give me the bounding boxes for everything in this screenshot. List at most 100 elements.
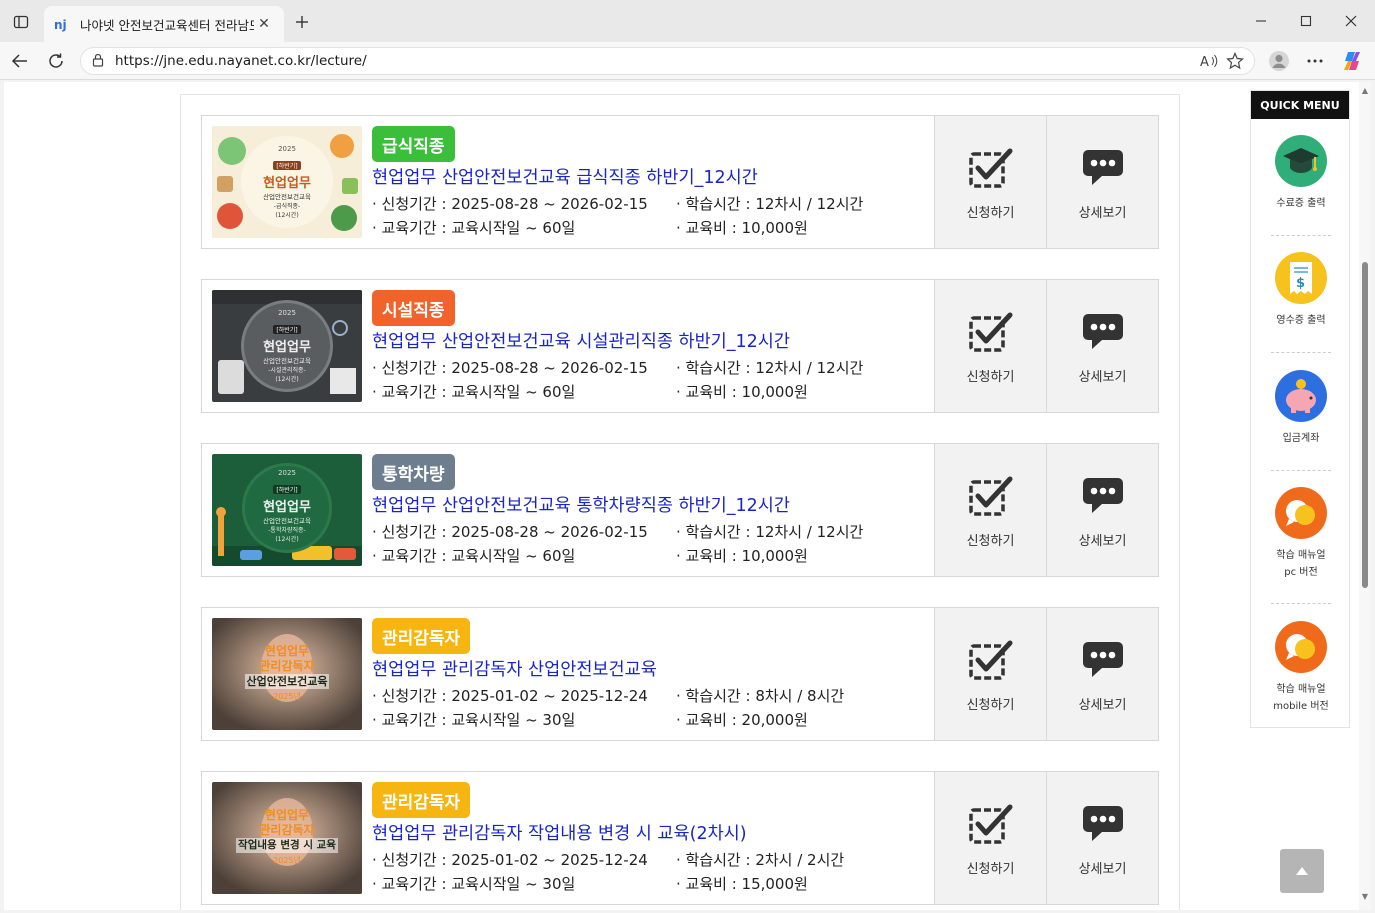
svg-text:A: A [1200, 55, 1209, 69]
read-aloud-icon[interactable]: A [1196, 49, 1222, 73]
url-text[interactable]: https://jne.edu.nayanet.co.kr/lecture/ [115, 53, 1196, 69]
detail-label: 상세보기 [1078, 369, 1127, 385]
lecture-thumbnail[interactable]: 2025 [하반기] 현업업무 산업안전보건교육 -급식직종- (12시간) [212, 126, 362, 238]
favorite-star-icon[interactable] [1222, 49, 1248, 73]
thumb-sub3: (12시간) [275, 376, 299, 383]
thumb-line1: 현업업무 [264, 644, 310, 658]
url-field[interactable]: https://jne.edu.nayanet.co.kr/lecture/ A [80, 47, 1255, 75]
detail-button[interactable]: 상세보기 [1046, 116, 1158, 248]
lecture-title-link[interactable]: 현업업무 산업안전보건교육 통학차량직종 하반기_12시간 [372, 492, 790, 517]
lecture-card: 2025 [하반기] 현업업무 산업안전보건교육 -급식직종- (12시간) 급… [201, 115, 1159, 249]
study-time: · 학습시간 : 12차시 / 12시간 [676, 359, 864, 377]
thumb-main: 현업업무 [263, 340, 311, 355]
lecture-title-link[interactable]: 현업업무 산업안전보건교육 시설관리직종 하반기_12시간 [372, 328, 790, 353]
quick-separator [1271, 603, 1331, 604]
back-arrow-icon[interactable] [6, 48, 34, 74]
quick-label: 학습 매뉴얼 [1276, 550, 1326, 561]
refresh-icon[interactable] [42, 48, 70, 74]
thumb-year: 2025 [278, 309, 296, 317]
speech-bubble-icon [1082, 636, 1124, 684]
lecture-title-link[interactable]: 현업업무 관리감독자 작업내용 변경 시 교육(2차시) [372, 820, 747, 845]
checkbox-check-icon [968, 800, 1014, 848]
education-fee: · 교육비 : 15,000원 [676, 875, 808, 893]
site-info-icon[interactable] [91, 52, 105, 71]
education-fee: · 교육비 : 20,000원 [676, 711, 808, 729]
lecture-thumbnail[interactable]: 현업업무 관리감독자 산업안전보건교육 2025년 [212, 618, 362, 730]
thumb-sub2: -급식직종- [273, 203, 301, 210]
receipt-icon: $ [1275, 252, 1327, 304]
page-viewport: 2025 [하반기] 현업업무 산업안전보건교육 -급식직종- (12시간) 급… [4, 82, 1371, 910]
apply-label: 신청하기 [966, 861, 1015, 877]
thumb-sub1: 산업안전보건교육 [263, 357, 311, 365]
quick-label: 수료증 출력 [1276, 198, 1326, 209]
study-time: · 학습시간 : 8차시 / 8시간 [676, 687, 845, 705]
thumb-line4: 2025년 [273, 856, 301, 865]
svg-text:$: $ [1296, 276, 1305, 291]
maximize-icon[interactable] [1283, 6, 1329, 36]
thumb-line4: 2025년 [273, 692, 301, 701]
chat-bubble-icon [1275, 621, 1327, 673]
scroll-to-top-button[interactable] [1280, 849, 1324, 893]
lecture-thumbnail[interactable]: 현업업무 관리감독자 작업내용 변경 시 교육 2025년 [212, 782, 362, 894]
quick-manual-pc[interactable]: 학습 매뉴얼 pc 버전 [1251, 487, 1351, 581]
profile-avatar-icon[interactable] [1265, 48, 1293, 74]
thumb-main: 현업업무 [263, 500, 311, 515]
quick-menu: QUICK MENU 수료증 출력 $ 영수증 출력 입금계좌 학습 매뉴얼 p… [1250, 90, 1350, 728]
apply-label: 신청하기 [966, 369, 1015, 385]
thumb-sub3: (12시간) [275, 536, 299, 543]
detail-button[interactable]: 상세보기 [1046, 772, 1158, 904]
apply-button[interactable]: 신청하기 [934, 280, 1046, 412]
education-fee: · 교육비 : 10,000원 [676, 547, 808, 565]
detail-label: 상세보기 [1078, 205, 1127, 221]
browser-tab[interactable]: nj 나야넷 안전보건교육센터 전라남도 ✕ [44, 6, 284, 42]
thumb-sub1: 산업안전보건교육 [263, 517, 311, 525]
tab-close-icon[interactable]: ✕ [254, 14, 274, 34]
apply-label: 신청하기 [966, 533, 1015, 549]
quick-certificate-print[interactable]: 수료증 출력 [1251, 135, 1351, 212]
lecture-thumbnail[interactable]: 2025 [하반기] 현업업무 산업안전보건교육 -시설관리직종- (12시간) [212, 290, 362, 402]
graduation-cap-icon [1275, 135, 1327, 187]
minimize-icon[interactable] [1238, 6, 1284, 36]
thumb-sub2: -시설관리직종- [268, 367, 306, 374]
checkbox-check-icon [968, 636, 1014, 684]
quick-manual-mobile[interactable]: 학습 매뉴얼 mobile 버전 [1251, 621, 1351, 715]
scroll-up-arrow-icon[interactable]: ▲ [1359, 86, 1371, 96]
apply-label: 신청하기 [966, 205, 1015, 221]
detail-label: 상세보기 [1078, 697, 1127, 713]
scroll-down-arrow-icon[interactable]: ▼ [1359, 892, 1371, 902]
education-period: · 교육기간 : 교육시작일 ~ 30일 [372, 711, 576, 729]
category-badge: 시설직종 [372, 290, 455, 326]
thumb-sub1: 산업안전보건교육 [263, 193, 311, 201]
lecture-thumbnail[interactable]: 2025 [하반기] 현업업무 산업안전보건교육 -통학차량직종- (12시간) [212, 454, 362, 566]
scrollbar-thumb[interactable] [1362, 262, 1368, 588]
more-options-icon[interactable] [1301, 48, 1329, 74]
close-window-icon[interactable] [1328, 6, 1374, 36]
quick-deposit-account[interactable]: 입금계좌 [1251, 370, 1351, 447]
quick-separator [1271, 235, 1331, 236]
sidebar-toggle-icon[interactable] [8, 9, 34, 35]
thumb-year: 2025 [278, 145, 296, 153]
speech-bubble-icon [1082, 472, 1124, 520]
new-tab-icon[interactable] [290, 10, 314, 34]
lecture-card: 현업업무 관리감독자 작업내용 변경 시 교육 2025년 관리감독자 현업업무… [201, 771, 1159, 905]
detail-button[interactable]: 상세보기 [1046, 608, 1158, 740]
speech-bubble-icon [1082, 800, 1124, 848]
thumb-sub2: -통학차량직종- [268, 527, 306, 534]
checkbox-check-icon [968, 308, 1014, 356]
detail-button[interactable]: 상세보기 [1046, 280, 1158, 412]
apply-button[interactable]: 신청하기 [934, 608, 1046, 740]
lecture-title-link[interactable]: 현업업무 산업안전보건교육 급식직종 하반기_12시간 [372, 164, 758, 189]
apply-button[interactable]: 신청하기 [934, 116, 1046, 248]
detail-button[interactable]: 상세보기 [1046, 444, 1158, 576]
thumb-half: [하반기] [273, 161, 301, 170]
speech-bubble-icon [1082, 308, 1124, 356]
quick-receipt-print[interactable]: $ 영수증 출력 [1251, 252, 1351, 329]
thumb-half: [하반기] [273, 325, 301, 334]
study-time: · 학습시간 : 12차시 / 12시간 [676, 523, 864, 541]
copilot-icon[interactable] [1338, 48, 1366, 74]
apply-button[interactable]: 신청하기 [934, 444, 1046, 576]
piggy-bank-icon [1275, 370, 1327, 422]
lecture-title-link[interactable]: 현업업무 관리감독자 산업안전보건교육 [372, 656, 657, 681]
category-badge: 관리감독자 [372, 782, 471, 818]
apply-button[interactable]: 신청하기 [934, 772, 1046, 904]
